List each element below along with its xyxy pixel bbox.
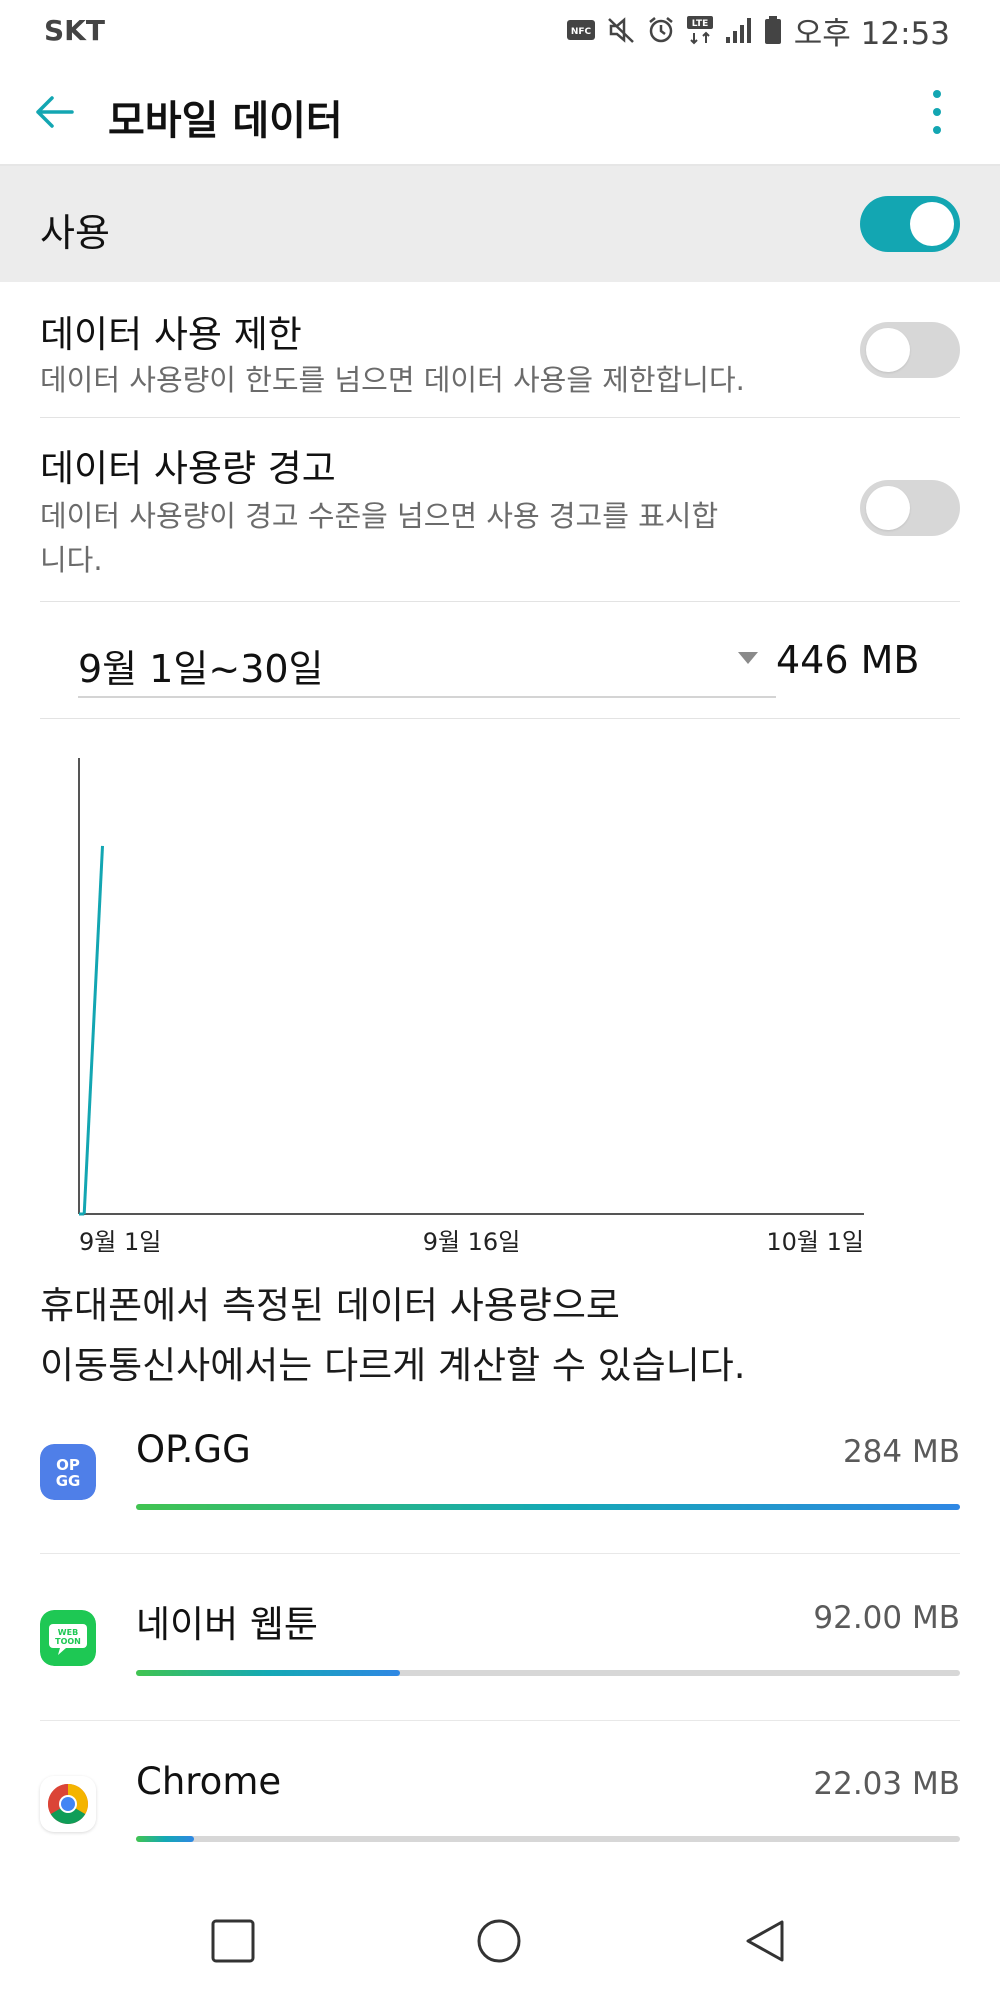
billing-cycle-label: 9월 1일~30일 (78, 647, 324, 691)
opgg-icon: OP GG (40, 1444, 96, 1500)
back-arrow-icon[interactable] (32, 90, 76, 134)
divider (40, 1720, 960, 1721)
lte-icon: LTE (686, 16, 713, 45)
billing-cycle-dropdown[interactable]: 9월 1일~30일 (78, 630, 776, 698)
nfc-icon: NFC (566, 20, 595, 40)
data-limit-desc: 데이터 사용량이 한도를 넘으면 데이터 사용을 제한합니다. (40, 363, 745, 397)
app-row-naver-webtoon[interactable]: WEB TOON 네이버 웹툰 92.00 MB (0, 1564, 1000, 1730)
data-warning-row[interactable]: 데이터 사용량 경고 데이터 사용량이 경고 수준을 넘으면 사용 경고를 표시… (40, 418, 960, 602)
mute-icon (607, 17, 634, 43)
back-button-icon[interactable] (740, 1916, 790, 1966)
data-warning-title: 데이터 사용량 경고 (40, 447, 336, 490)
note-line-2: 이동통신사에서는 다르게 계산할 수 있습니다. (40, 1344, 746, 1387)
app-usage-size: 22.03 MB (813, 1766, 960, 1802)
mobile-data-master-row[interactable]: 사용 (0, 166, 1000, 282)
svg-text:GG: GG (56, 1472, 81, 1490)
total-usage-value: 446 MB (776, 638, 920, 682)
app-usage-bar (136, 1504, 960, 1510)
battery-icon (764, 16, 781, 44)
naver-webtoon-icon: WEB TOON (40, 1610, 96, 1666)
nfc-icon-text: NFC (571, 27, 592, 37)
mobile-data-toggle[interactable] (860, 196, 960, 252)
x-tick-label: 9월 1일 (79, 1228, 162, 1256)
app-row-chrome[interactable]: Chrome 22.03 MB (0, 1730, 1000, 1896)
clock: 오후 12:53 (793, 15, 950, 52)
x-tick-label: 9월 16일 (422, 1228, 521, 1256)
app-name: OP.GG (136, 1428, 251, 1471)
divider (40, 1553, 960, 1554)
app-name: 네이버 웹툰 (136, 1603, 318, 1646)
data-limit-toggle[interactable] (860, 322, 960, 378)
measurement-note: 휴대폰에서 측정된 데이터 사용량으로 이동통신사에서는 다르게 계산할 수 있… (40, 1276, 746, 1396)
divider (40, 718, 960, 719)
carrier-label: SKT (44, 14, 105, 47)
page-title: 모바일 데이터 (108, 98, 343, 144)
signal-icon (725, 18, 751, 43)
data-warning-toggle[interactable] (860, 480, 960, 536)
status-icons: NFC LTE 오후 12:53 (566, 10, 950, 52)
app-usage-bar-fill (136, 1504, 960, 1510)
toggle-knob (910, 202, 954, 246)
app-usage-size: 92.00 MB (813, 1600, 960, 1636)
toggle-knob (866, 486, 910, 530)
lte-icon-text: LTE (691, 19, 708, 29)
app-name: Chrome (136, 1760, 282, 1803)
app-usage-bar (136, 1836, 960, 1842)
status-bar: SKT NFC LTE 오후 12:53 (0, 0, 1000, 60)
recents-button-icon[interactable] (208, 1916, 258, 1966)
usage-chart[interactable] (0, 740, 1000, 1260)
chrome-icon (40, 1776, 96, 1832)
more-options-icon[interactable] (922, 88, 952, 136)
data-warning-desc: 데이터 사용량이 경고 수준을 넘으면 사용 경고를 표시합니다. (40, 499, 719, 577)
app-usage-bar-fill (136, 1670, 400, 1676)
alarm-icon (648, 17, 673, 43)
master-toggle-label: 사용 (40, 211, 110, 255)
app-usage-bar (136, 1670, 960, 1676)
home-button-icon[interactable] (474, 1916, 524, 1966)
note-line-1: 휴대폰에서 측정된 데이터 사용량으로 (40, 1284, 620, 1327)
app-usage-bar-fill (136, 1836, 194, 1842)
navigation-bar (0, 1880, 1000, 2000)
toggle-knob (866, 328, 910, 372)
dropdown-arrow-icon (738, 652, 758, 664)
data-limit-row[interactable]: 데이터 사용 제한 데이터 사용량이 한도를 넘으면 데이터 사용을 제한합니다… (40, 282, 960, 418)
app-bar: 모바일 데이터 (0, 60, 1000, 166)
x-tick-label: 10월 1일 (766, 1228, 864, 1256)
svg-text:WEB: WEB (58, 1628, 78, 1637)
app-row-opgg[interactable]: OP GG OP.GG 284 MB (0, 1398, 1000, 1564)
usage-line (82, 845, 104, 1215)
data-limit-title: 데이터 사용 제한 (40, 313, 302, 356)
app-usage-size: 284 MB (842, 1434, 960, 1470)
svg-text:TOON: TOON (55, 1637, 81, 1646)
